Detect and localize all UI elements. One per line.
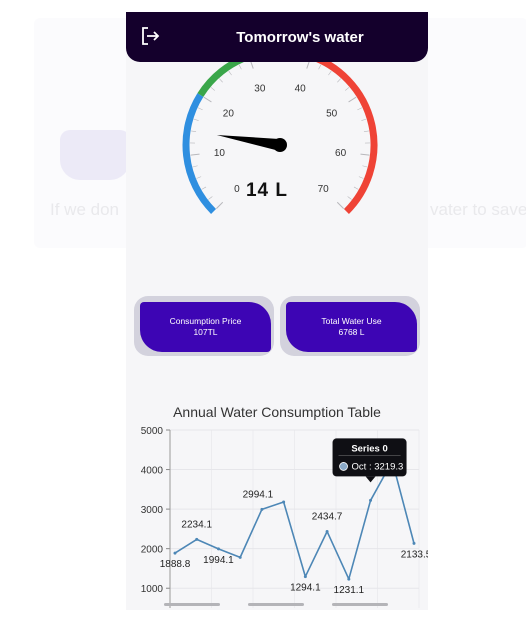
gauge-tick [357,107,363,111]
nav-indicator-right [332,603,388,606]
gauge-range-arc [197,62,245,97]
y-tick-label: 1000 [141,584,164,595]
y-tick-label: 5000 [141,426,164,437]
gauge-tick-label: 30 [254,83,266,94]
consumption-price-card: Consumption Price 107TL [134,296,274,356]
gauge-tick [193,118,199,121]
tooltip-value: Oct : 3219.3 [352,461,404,472]
data-label: 2234.1 [181,519,212,530]
background-button [60,130,130,180]
card-value: 107TL [193,327,218,337]
gauge-tick-label: 10 [214,148,226,159]
total-water-use-button[interactable]: Total Water Use 6768 L [286,302,417,352]
gauge-tick [197,107,203,111]
logout-icon[interactable] [138,24,162,48]
nav-indicator-center [248,603,304,606]
gauge-tick-label: 20 [223,109,235,120]
tooltip-arrow [365,476,376,483]
tooltip-series-marker [339,462,348,471]
gauge-tick [362,165,368,168]
gauge-tick [337,78,341,83]
series-point [238,555,242,559]
app-bar: Tomorrow's water [126,12,428,62]
series-point [216,547,220,551]
background-text-right: vater to save [430,200,526,219]
total-water-use-card: Total Water Use 6768 L [280,296,420,356]
data-label: 1294.1 [290,583,321,594]
series-point [347,577,351,581]
series-point [369,498,373,502]
card-value: 6768 L [338,327,365,337]
series-point [325,529,329,533]
gauge-tick [363,130,369,132]
gauge-tick-label: 60 [335,148,347,159]
data-label: 1231.1 [334,585,365,596]
page-title: Tomorrow's water [236,28,364,46]
gauge-tick [216,201,224,209]
series-point [282,500,286,504]
data-label: 1888.8 [160,559,191,570]
consumption-line-chart[interactable]: 5000 4000 3000 2000 1000 1888.8 2234.1 1994.1 29… [126,422,428,608]
data-label: 1994.1 [203,555,234,566]
gauge-tick [192,165,198,168]
gauge-tick [190,153,200,156]
gauge-needle [216,134,281,151]
card-label: Consumption Price [169,316,242,326]
app-screen: Tomorrow's water 0 10 20 30 40 50 60 70 14 L Co… [126,12,428,610]
gauge-tick [336,201,344,209]
gauge-tick [219,78,223,83]
gauge-tick [345,87,350,91]
gauge-tick [360,153,370,156]
gauge-tick [318,64,322,70]
gauge-tick [306,62,310,69]
gauge-tick [328,70,332,76]
gauge-tick [358,176,364,179]
gauge-tick [203,96,212,103]
gauge-tick-label: 50 [326,109,338,120]
background-text-left: If we don [50,200,119,219]
series-point [260,507,264,511]
gauge-tick [196,176,202,179]
series-point [195,537,199,541]
y-tick-label: 2000 [141,545,164,556]
card-label: Total Water Use [321,316,382,326]
chart-title: Annual Water Consumption Table [173,404,381,420]
gauge-tick [250,62,254,69]
gauge-tick [361,118,367,121]
data-label: 2994.1 [243,489,274,500]
consumption-price-button[interactable]: Consumption Price 107TL [140,302,271,352]
tooltip-title: Series 0 [351,443,387,454]
water-gauge: 0102030 40506070 [182,62,378,214]
nav-indicator-left [164,603,220,606]
y-tick-label: 3000 [141,505,164,516]
y-tick-label: 4000 [141,466,164,477]
gauge-tick [228,70,232,76]
series-point [303,575,307,579]
gauge-tick [210,87,215,91]
gauge-tick [238,64,242,70]
data-label: 2133.5 [401,549,428,560]
gauge-tick [348,96,357,103]
data-label: 2434.7 [312,511,343,522]
gauge-tick-label: 40 [295,83,307,94]
gauge-needle-hub [273,138,287,152]
gauge-value: 14 L [245,180,289,201]
series-point [412,541,416,545]
series-point [173,551,177,555]
gauge-tick [191,130,197,132]
